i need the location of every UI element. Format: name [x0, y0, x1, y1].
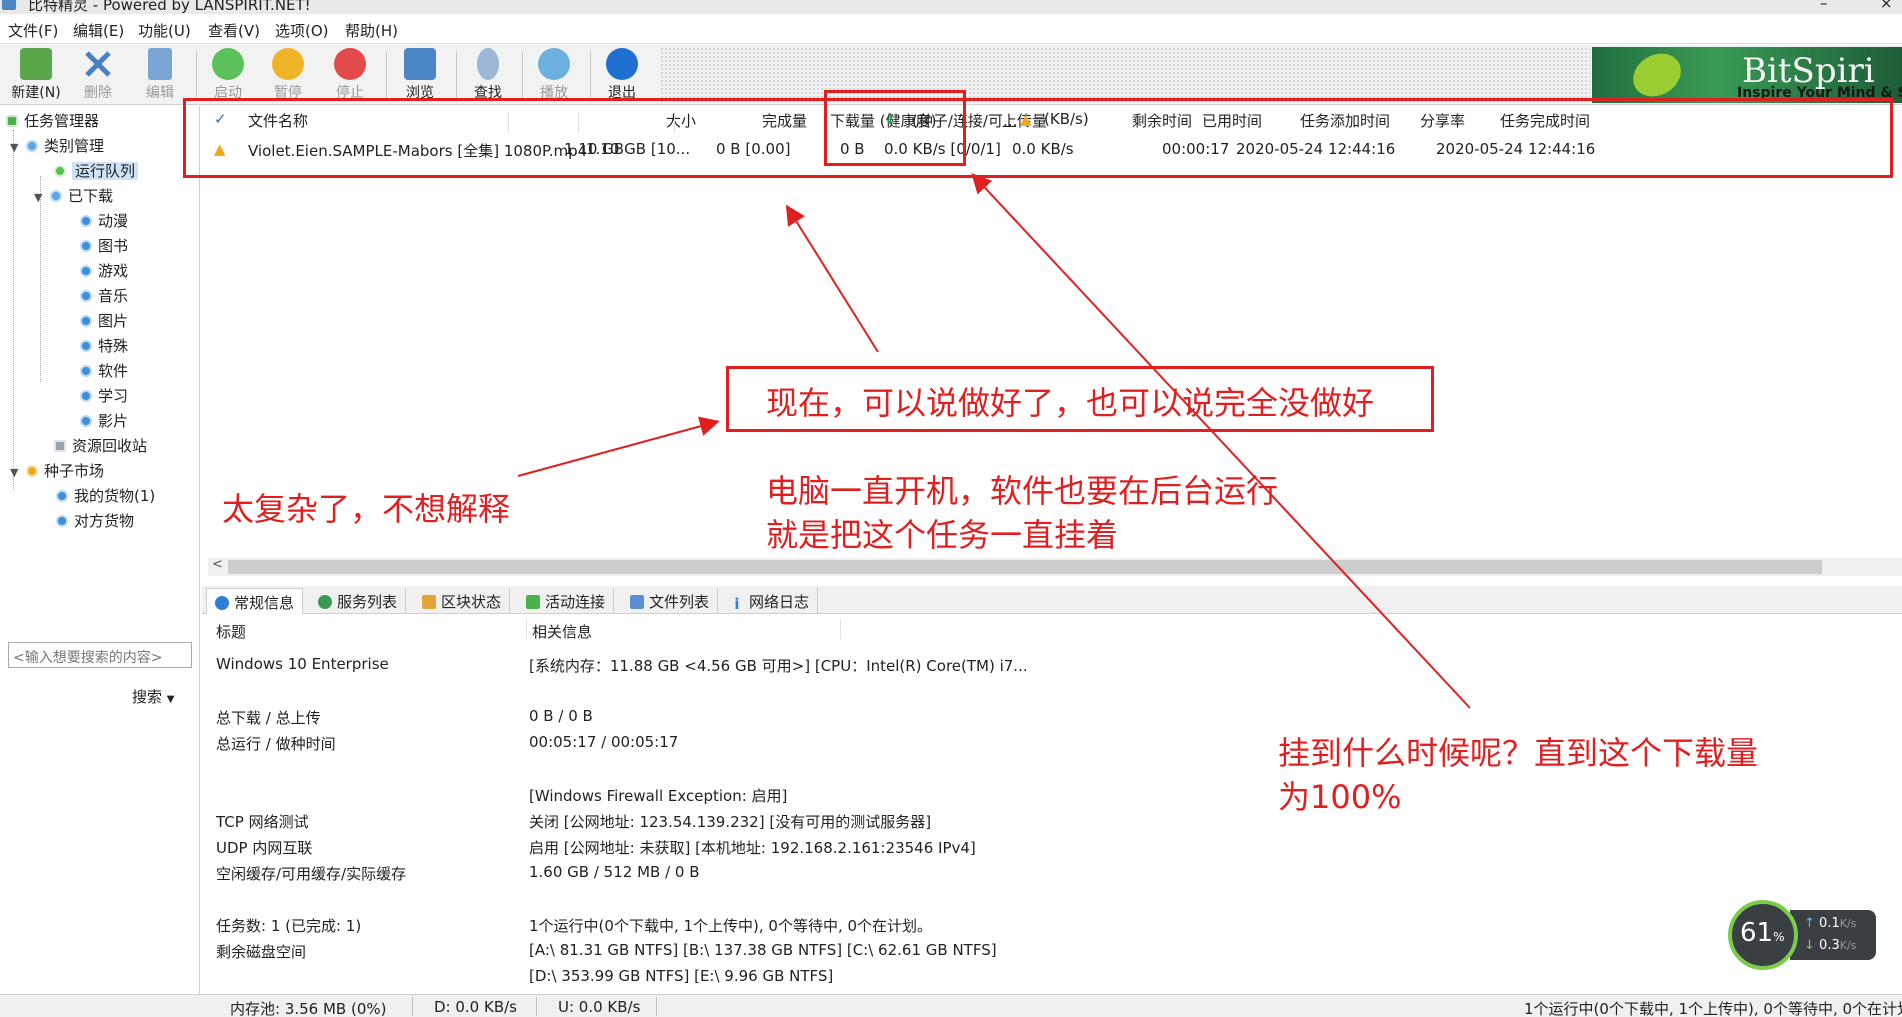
annotation-middle-1: 电脑一直开机，软件也要在后台运行	[766, 472, 1279, 510]
annotation-left: 太复杂了，不想解释	[222, 490, 511, 528]
annotation-right-2: 为100%	[1278, 778, 1402, 816]
annotation-right-1: 挂到什么时候呢？直到这个下载量	[1278, 734, 1759, 772]
annotation-main: 现在，可以说做好了，也可以说完全没做好	[766, 384, 1375, 422]
annotation-middle-2: 就是把这个任务一直挂着	[766, 516, 1119, 554]
